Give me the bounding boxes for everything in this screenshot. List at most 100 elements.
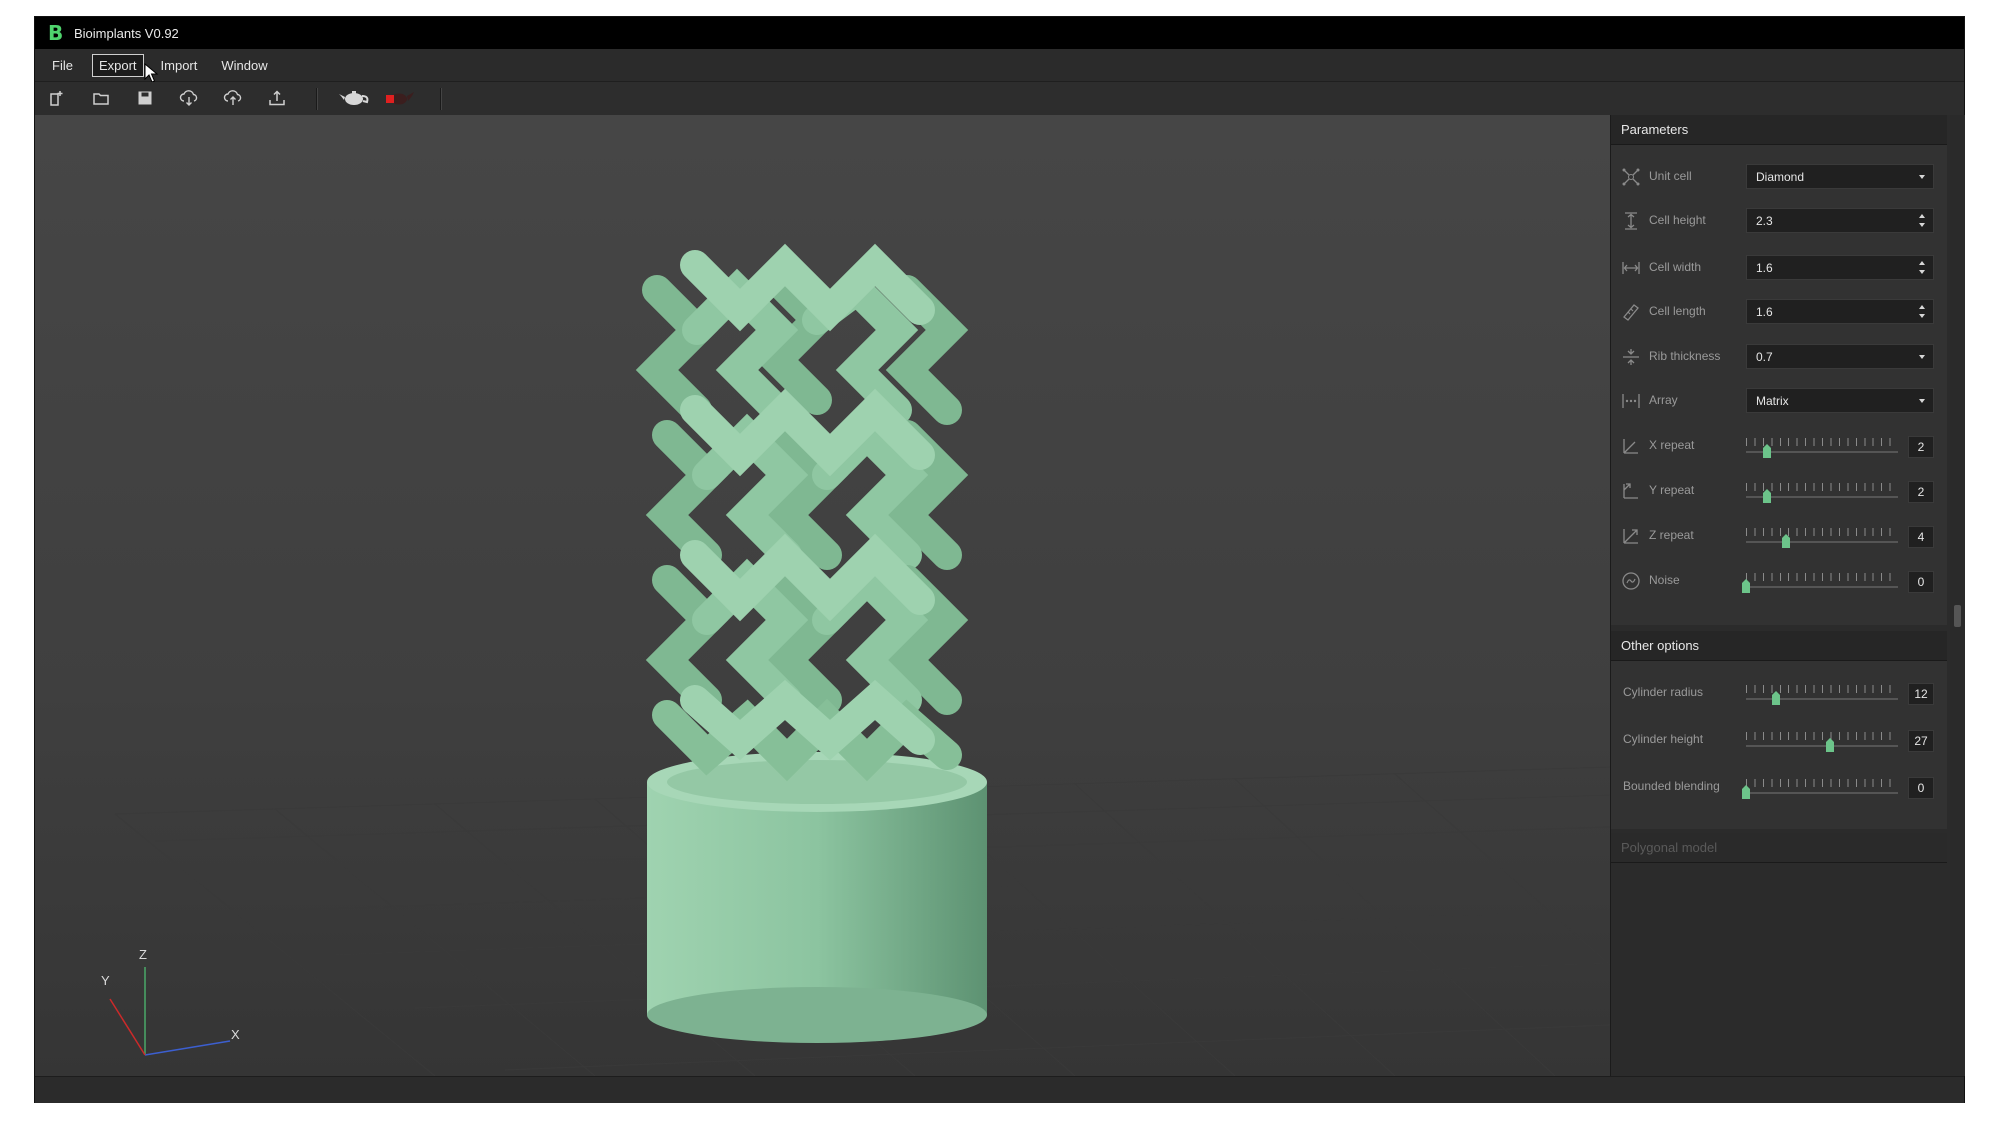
axis-label-x: X	[231, 1027, 240, 1042]
spin-up-icon[interactable]	[1919, 305, 1925, 309]
red-teapot-button[interactable]	[381, 87, 417, 109]
toolbar	[35, 82, 1964, 116]
open-button[interactable]	[89, 87, 113, 109]
cylinder-height-value[interactable]: 27	[1908, 730, 1934, 752]
polygonal-model-header: Polygonal model	[1611, 833, 1947, 863]
cell-height-label: Cell height	[1649, 213, 1706, 227]
window-title: Bioimplants V0.92	[74, 25, 179, 41]
slider-handle[interactable]	[1742, 785, 1750, 799]
cell-height-icon	[1625, 212, 1637, 230]
cylinder-base	[647, 752, 987, 1043]
row-bounded-blending: Bounded blending 0	[1611, 767, 1947, 807]
cylinder-radius-value[interactable]: 12	[1908, 683, 1934, 705]
row-cell-width: Cell width 1.6	[1611, 248, 1947, 288]
row-unit-cell: Unit cell Diamond	[1611, 157, 1947, 197]
spin-down-icon[interactable]	[1919, 270, 1925, 274]
cloud-upload-button[interactable]	[221, 87, 245, 109]
x-repeat-slider[interactable]	[1746, 434, 1898, 458]
menu-export[interactable]: Export	[91, 53, 144, 77]
spin-up-icon[interactable]	[1919, 261, 1925, 265]
array-dropdown[interactable]: Matrix	[1746, 388, 1934, 413]
export-button[interactable]	[265, 87, 289, 109]
menu-file[interactable]: File	[45, 54, 80, 77]
slider-handle[interactable]	[1772, 691, 1781, 705]
menu-import[interactable]: Import	[154, 54, 205, 77]
cell-length-spinbox[interactable]: 1.6	[1746, 299, 1934, 324]
y-repeat-label: Y repeat	[1649, 483, 1695, 497]
new-file-button[interactable]	[45, 87, 69, 109]
z-repeat-slider[interactable]	[1746, 524, 1898, 548]
export-tray-icon	[269, 90, 285, 106]
axis-label-y: Y	[101, 973, 110, 988]
cloud-download-icon	[179, 90, 198, 106]
bounded-blending-slider[interactable]	[1742, 775, 1898, 799]
ruler-icon	[1623, 304, 1639, 321]
spin-up-icon[interactable]	[1919, 214, 1925, 218]
cell-height-spinbox[interactable]: 2.3	[1746, 208, 1934, 233]
cylinder-radius-label: Cylinder radius	[1623, 685, 1704, 699]
slider-handle[interactable]	[1742, 579, 1750, 593]
x-repeat-label: X repeat	[1649, 438, 1695, 452]
row-cylinder-height: Cylinder height 27	[1611, 720, 1947, 760]
cylinder-height-label: Cylinder height	[1623, 732, 1704, 746]
row-cell-length: Cell length 1.6	[1611, 292, 1947, 332]
slider-handle[interactable]	[1763, 444, 1772, 458]
unit-cell-dropdown[interactable]: Diamond	[1746, 164, 1934, 189]
scene-canvas	[109, 243, 1610, 1076]
parameters-header[interactable]: Parameters	[1611, 115, 1947, 145]
axes-gizmo	[109, 967, 231, 1056]
slider-track	[1746, 541, 1898, 543]
row-rib-thickness: Rib thickness 0.7	[1611, 337, 1947, 377]
cloud-download-button[interactable]	[177, 87, 201, 109]
slider-handle[interactable]	[1763, 489, 1772, 503]
row-y-repeat: Y repeat 2	[1611, 471, 1947, 511]
cylinder-radius-slider[interactable]	[1746, 681, 1898, 705]
3d-viewport[interactable]: Z Y X	[35, 115, 1610, 1076]
z-repeat-label: Z repeat	[1649, 528, 1694, 542]
other-options-header[interactable]: Other options	[1611, 631, 1947, 661]
menu-window[interactable]: Window	[214, 54, 274, 77]
chevron-down-icon	[1919, 399, 1925, 403]
save-icon	[138, 91, 152, 105]
rib-thickness-dropdown[interactable]: 0.7	[1746, 344, 1934, 369]
bounded-blending-value[interactable]: 0	[1908, 777, 1934, 799]
red-teapot-icon	[386, 92, 414, 105]
array-value: Matrix	[1756, 393, 1789, 408]
y-axis-icon	[1623, 483, 1638, 499]
parameters-section: Unit cell Diamond Cell height 2.3 Cell w…	[1611, 145, 1947, 625]
scrollbar-thumb[interactable]	[1954, 605, 1961, 627]
teapot-button[interactable]	[337, 87, 373, 109]
cell-length-label: Cell length	[1649, 304, 1706, 318]
diamond-lattice	[635, 243, 969, 782]
z-repeat-value[interactable]: 4	[1908, 526, 1934, 548]
spin-down-icon[interactable]	[1919, 314, 1925, 318]
slider-handle[interactable]	[1825, 738, 1834, 752]
slider-ticks	[1746, 685, 1898, 693]
bounded-blending-label: Bounded blending	[1623, 779, 1720, 793]
unit-cell-label: Unit cell	[1649, 169, 1692, 183]
y-repeat-slider[interactable]	[1746, 479, 1898, 503]
toolbar-separator	[316, 88, 318, 110]
slider-ticks	[1746, 732, 1898, 740]
rib-thickness-label: Rib thickness	[1649, 349, 1721, 363]
status-bar	[35, 1076, 1964, 1103]
rib-thickness-value: 0.7	[1756, 349, 1773, 364]
axis-label-z: Z	[139, 947, 147, 962]
spin-down-icon[interactable]	[1919, 223, 1925, 227]
cylinder-height-slider[interactable]	[1746, 728, 1898, 752]
noise-label: Noise	[1649, 573, 1680, 587]
open-folder-icon	[93, 93, 109, 105]
x-axis-icon	[1623, 439, 1638, 454]
slider-handle[interactable]	[1781, 534, 1790, 548]
noise-value[interactable]: 0	[1908, 571, 1934, 593]
save-button[interactable]	[133, 87, 157, 109]
noise-slider[interactable]	[1742, 569, 1898, 593]
y-repeat-value[interactable]: 2	[1908, 481, 1934, 503]
x-repeat-value[interactable]: 2	[1908, 436, 1934, 458]
array-icon	[1622, 394, 1640, 408]
cell-width-spinbox[interactable]: 1.6	[1746, 255, 1934, 280]
panel-scrollbar[interactable]	[1950, 115, 1965, 1076]
noise-icon	[1622, 572, 1640, 590]
row-x-repeat: X repeat 2	[1611, 426, 1947, 466]
z-axis-icon	[1623, 529, 1638, 544]
